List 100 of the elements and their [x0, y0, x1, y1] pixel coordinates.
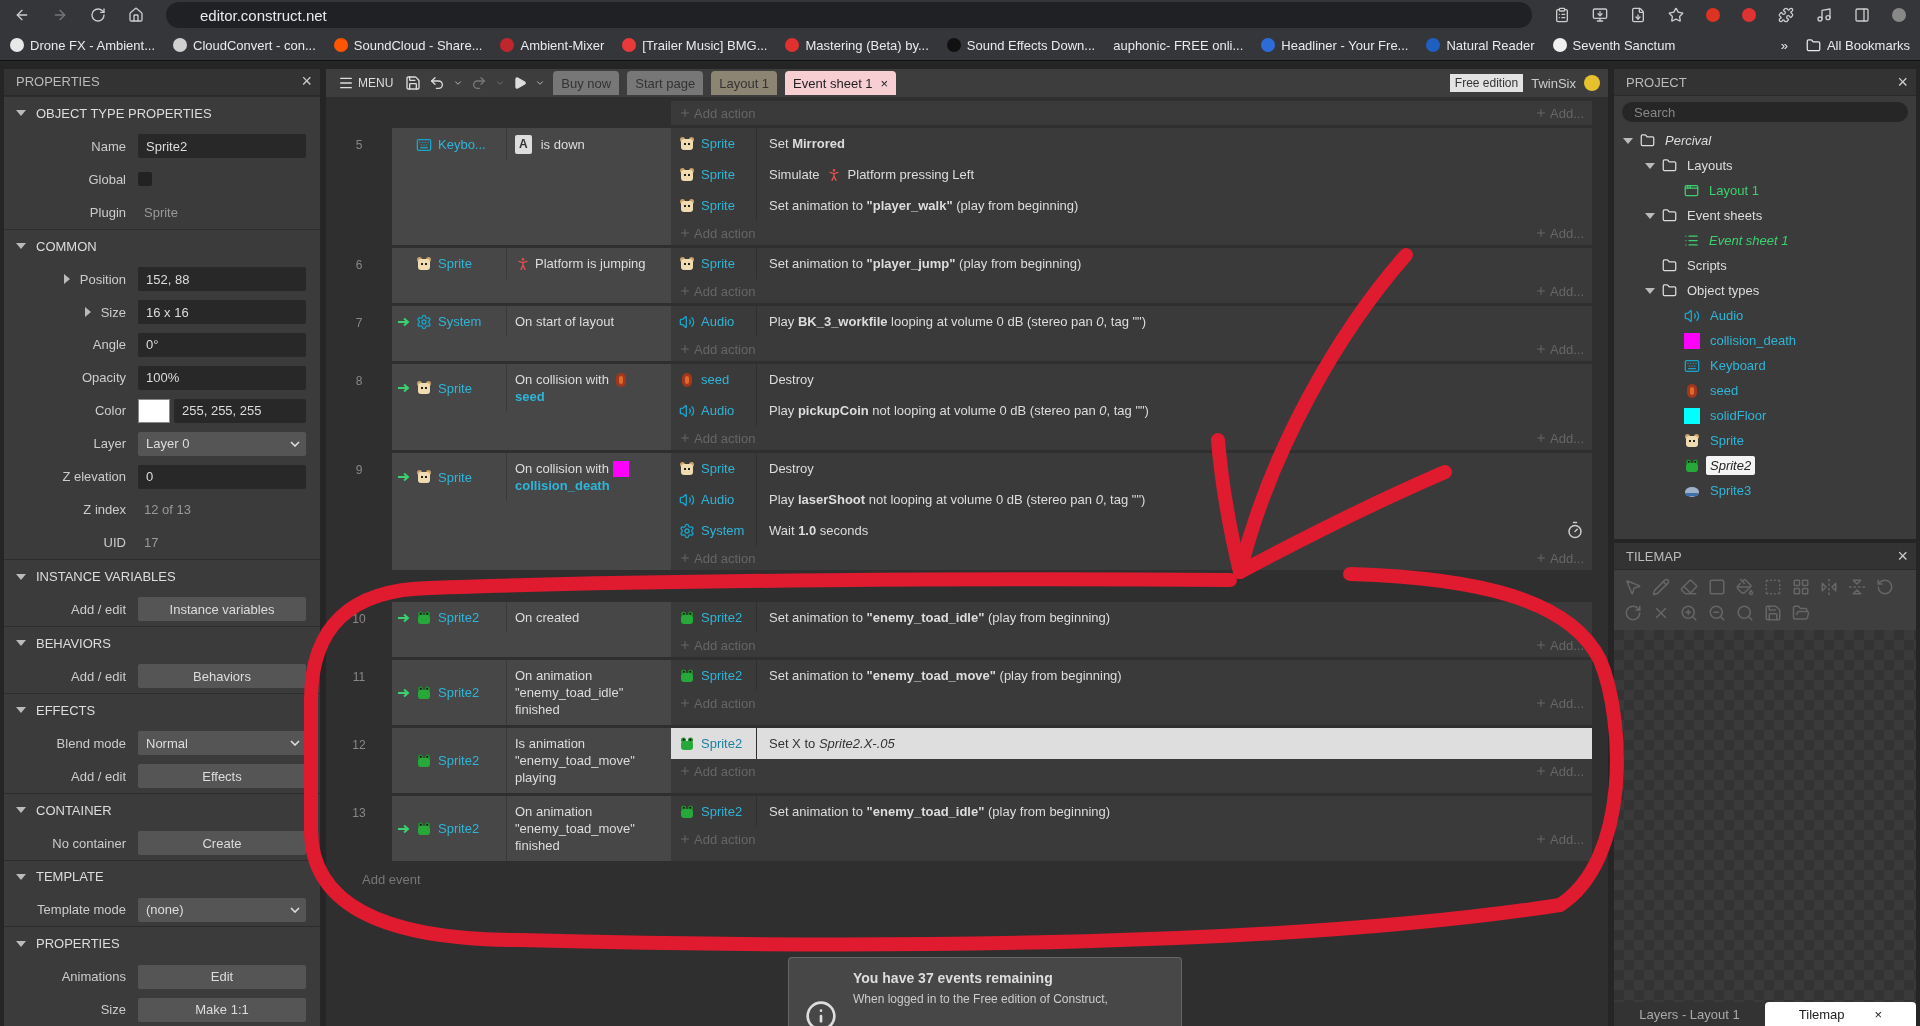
- object-name[interactable]: Sprite: [438, 469, 472, 485]
- tree-item[interactable]: Scripts: [1683, 256, 1731, 275]
- property-button[interactable]: Instance variables: [138, 597, 306, 622]
- action-row[interactable]: Sprite Set Mirrored: [671, 128, 1592, 159]
- action-row[interactable]: Sprite Set animation to "player_walk" (play from beginning): [671, 190, 1592, 221]
- search-field[interactable]: Search: [1622, 102, 1908, 122]
- menu-button[interactable]: MENU: [334, 75, 398, 91]
- property-button[interactable]: Behaviors: [138, 664, 306, 689]
- expand-triangle-icon[interactable]: [84, 307, 91, 318]
- collapse-triangle-icon[interactable]: [16, 707, 26, 714]
- all-bookmarks-link[interactable]: All Bookmarks: [1805, 37, 1910, 53]
- section-title[interactable]: COMMON: [36, 238, 97, 254]
- condition-block[interactable]: Sprite2 On created: [392, 602, 671, 657]
- expand-triangle-icon[interactable]: [1645, 162, 1655, 169]
- property-field[interactable]: Sprite2: [138, 134, 306, 159]
- close-icon[interactable]: ×: [1874, 1006, 1883, 1022]
- undo-icon[interactable]: [429, 75, 446, 91]
- condition-text[interactable]: On animation "enemy_toad_move" finished: [515, 803, 663, 854]
- more-bookmarks-button[interactable]: »: [1780, 37, 1788, 53]
- panel-tab[interactable]: Layers - Layout 1: [1614, 1002, 1765, 1026]
- property-field[interactable]: 0: [138, 464, 306, 489]
- condition-block[interactable]: Sprite2 Is animation "enemy_toad_move" playing: [392, 728, 671, 793]
- user-avatar[interactable]: [1584, 75, 1600, 91]
- collapse-triangle-icon[interactable]: [16, 940, 26, 947]
- caret-icon[interactable]: [535, 78, 546, 88]
- object-name[interactable]: Sprite: [701, 167, 735, 182]
- tree-item[interactable]: Audio: [1706, 306, 1748, 325]
- address-bar[interactable]: editor.construct.net: [166, 2, 1532, 28]
- action-row[interactable]: Sprite Simulate Platform pressing Left: [671, 159, 1592, 190]
- property-select[interactable]: Layer 0: [138, 431, 306, 456]
- save-icon[interactable]: [405, 75, 422, 91]
- object-name[interactable]: Sprite2: [701, 804, 743, 819]
- property-button[interactable]: Make 1:1: [138, 997, 306, 1022]
- action-row[interactable]: seed Destroy: [671, 364, 1592, 395]
- object-name[interactable]: Sprite2: [438, 610, 480, 625]
- property-select[interactable]: Normal: [138, 731, 306, 756]
- property-field[interactable]: 100%: [138, 365, 306, 390]
- reload-icon[interactable]: [90, 7, 106, 23]
- object-name[interactable]: Sprite2: [701, 668, 743, 683]
- action-row[interactable]: Audio Play pickupCoin not looping at volume 0 dB (stereo pan 0, tag ""): [671, 395, 1592, 426]
- tree-item[interactable]: collision_death: [1706, 331, 1800, 350]
- back-icon[interactable]: [14, 7, 30, 23]
- property-field[interactable]: 0°: [138, 332, 306, 357]
- download-icon[interactable]: [1630, 7, 1646, 23]
- action-row[interactable]: System Wait 1.0 seconds: [671, 515, 1592, 546]
- bookmark-link[interactable]: CloudConvert - con...: [173, 37, 316, 53]
- condition-text[interactable]: is down: [540, 136, 585, 153]
- collapse-triangle-icon[interactable]: [16, 640, 26, 647]
- section-title[interactable]: TEMPLATE: [36, 869, 104, 885]
- action-row[interactable]: Sprite2 Set X to Sprite2.X-.05: [671, 728, 1592, 759]
- condition-text[interactable]: Is animation "enemy_toad_move" playing: [515, 735, 663, 786]
- tree-item[interactable]: Keyboard: [1706, 356, 1770, 375]
- bookmark-link[interactable]: auphonic- FREE onli...: [1113, 37, 1244, 53]
- object-name[interactable]: Sprite: [701, 461, 735, 476]
- condition-text[interactable]: On created: [515, 609, 580, 626]
- section-title[interactable]: INSTANCE VARIABLES: [36, 569, 176, 585]
- object-name[interactable]: Audio: [701, 403, 735, 418]
- property-select[interactable]: (none): [138, 897, 306, 922]
- condition-text[interactable]: On collision with: [515, 460, 609, 477]
- bookmark-link[interactable]: Sound Effects Down...: [946, 37, 1096, 53]
- bookmark-link[interactable]: Headliner - Your Fre...: [1261, 37, 1409, 53]
- object-name[interactable]: Sprite2: [438, 685, 480, 700]
- adblock-extension-icon[interactable]: [1742, 8, 1756, 22]
- close-icon[interactable]: ×: [880, 75, 889, 91]
- condition-parameter[interactable]: collision_death: [515, 477, 663, 494]
- bookmark-link[interactable]: Drone FX - Ambient...: [10, 37, 155, 53]
- section-title[interactable]: OBJECT TYPE PROPERTIES: [36, 105, 212, 121]
- object-name[interactable]: System: [701, 523, 745, 538]
- tree-item[interactable]: Event sheets: [1683, 206, 1767, 225]
- panel-tab[interactable]: Tilemap ×: [1765, 1002, 1916, 1026]
- object-name[interactable]: Sprite: [701, 198, 735, 213]
- tree-item[interactable]: Sprite: [1706, 431, 1748, 450]
- install-icon[interactable]: [1592, 7, 1608, 23]
- tree-item[interactable]: solidFloor: [1706, 406, 1771, 425]
- object-name[interactable]: Sprite: [438, 256, 472, 271]
- collapse-triangle-icon[interactable]: [16, 807, 26, 814]
- checkbox[interactable]: [138, 172, 152, 187]
- action-row[interactable]: Sprite Set animation to "player_jump" (play from beginning): [671, 248, 1592, 279]
- condition-text[interactable]: On start of layout: [515, 313, 614, 330]
- property-field[interactable]: 16 x 16: [138, 300, 306, 325]
- condition-parameter[interactable]: seed: [515, 388, 663, 405]
- close-button[interactable]: ×: [1897, 545, 1908, 567]
- object-name[interactable]: Audio: [701, 314, 735, 329]
- object-name[interactable]: seed: [701, 372, 730, 387]
- condition-text[interactable]: On animation "enemy_toad_idle" finished: [515, 667, 663, 718]
- star-icon[interactable]: [1668, 7, 1684, 23]
- property-field[interactable]: 152, 88: [138, 267, 306, 292]
- tree-item[interactable]: Layouts: [1683, 156, 1737, 175]
- section-title[interactable]: CONTAINER: [36, 802, 112, 818]
- bookmark-link[interactable]: [Trailer Music] BMG...: [622, 37, 768, 53]
- object-name[interactable]: Sprite2: [701, 610, 743, 625]
- object-name[interactable]: Sprite: [438, 380, 472, 396]
- condition-text[interactable]: Platform is jumping: [535, 255, 646, 272]
- condition-text[interactable]: On collision with: [515, 371, 609, 388]
- editor-tab[interactable]: Layout 1: [711, 71, 778, 95]
- action-row[interactable]: Sprite2 Set animation to "enemy_toad_idle" (play from beginning): [671, 602, 1592, 633]
- tileset-canvas[interactable]: [1614, 630, 1916, 1002]
- condition-block[interactable]: Sprite2 On animation "enemy_toad_move" finished: [392, 796, 671, 861]
- tree-item[interactable]: Sprite3: [1706, 481, 1756, 500]
- property-button[interactable]: Create: [138, 831, 306, 856]
